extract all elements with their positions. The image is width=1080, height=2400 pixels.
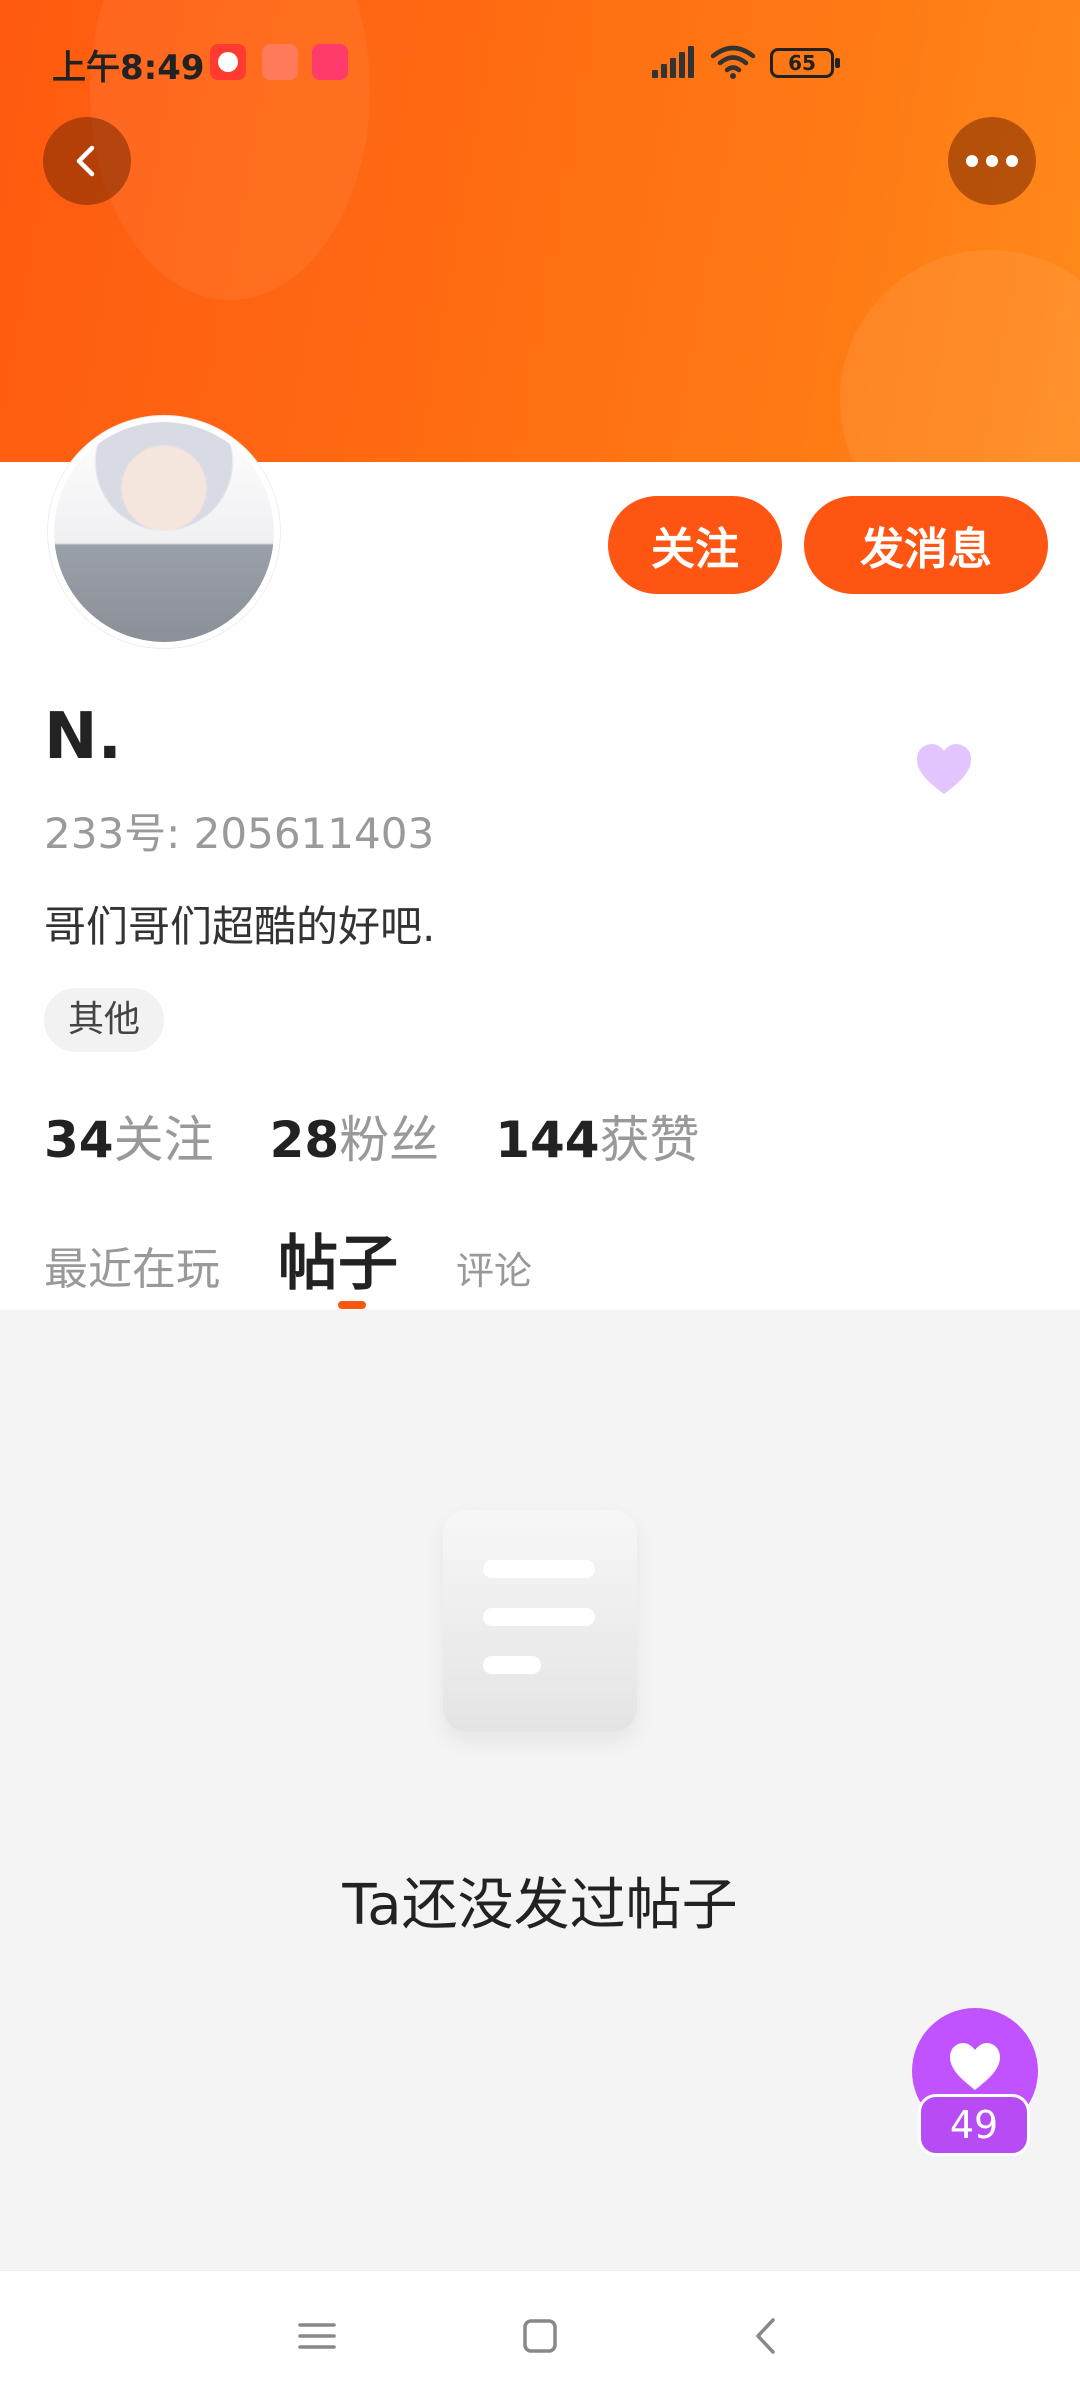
- stat-fans[interactable]: 28粉丝: [270, 1100, 440, 1172]
- game-app-icon: [312, 44, 348, 80]
- avatar-image: [54, 422, 274, 642]
- user-id: 233号: 205611403: [44, 809, 435, 858]
- wifi-icon: [710, 45, 756, 79]
- shopping-app-icon: [262, 44, 298, 80]
- signal-icon: [652, 46, 696, 78]
- send-message-button[interactable]: 发消息: [804, 496, 1048, 594]
- profile-stats: 34关注 28粉丝 144获赞: [44, 1100, 700, 1172]
- chevron-left-icon: [76, 145, 95, 177]
- like-count-badge: 49: [918, 2094, 1030, 2156]
- more-dots-icon: [966, 155, 1018, 167]
- profile-bio: 哥们哥们超酷的好吧.: [44, 902, 436, 951]
- heart-icon: [950, 2043, 1000, 2090]
- tab-recently-played[interactable]: 最近在玩: [44, 1233, 220, 1297]
- status-time: 上午8:49: [52, 48, 205, 88]
- menu-icon[interactable]: [292, 2311, 342, 2361]
- stat-following-count: 34: [44, 1111, 114, 1169]
- status-bar: 上午8:49 65: [0, 0, 1080, 130]
- stat-likes-count: 144: [495, 1111, 600, 1169]
- heart-icon[interactable]: [914, 742, 974, 798]
- empty-document-icon: [443, 1510, 637, 1732]
- avatar[interactable]: [48, 416, 280, 648]
- stat-likes-label: 获赞: [599, 1111, 700, 1169]
- system-nav-bar: [0, 2270, 1080, 2400]
- back-button[interactable]: [43, 117, 131, 205]
- profile-tabs: 最近在玩 帖子 评论: [44, 1215, 590, 1302]
- tab-comments[interactable]: 评论: [456, 1240, 532, 1295]
- stat-likes[interactable]: 144获赞: [495, 1100, 699, 1172]
- stat-following[interactable]: 34关注: [44, 1100, 214, 1172]
- profile-tag: 其他: [44, 988, 165, 1052]
- tab-indicator: [338, 1301, 366, 1309]
- tab-posts[interactable]: 帖子: [278, 1215, 398, 1302]
- back-nav-icon[interactable]: [742, 2311, 792, 2361]
- empty-state-text: Ta还没发过帖子: [342, 1873, 738, 1938]
- stat-following-label: 关注: [113, 1111, 214, 1169]
- battery-indicator: 65: [770, 48, 840, 78]
- more-button[interactable]: [948, 117, 1036, 205]
- follow-button[interactable]: 关注: [608, 496, 782, 594]
- home-icon[interactable]: [515, 2311, 565, 2361]
- stat-fans-label: 粉丝: [339, 1111, 440, 1169]
- profile-name: N.: [44, 700, 122, 774]
- video-app-icon: [210, 44, 246, 80]
- stat-fans-count: 28: [269, 1111, 340, 1169]
